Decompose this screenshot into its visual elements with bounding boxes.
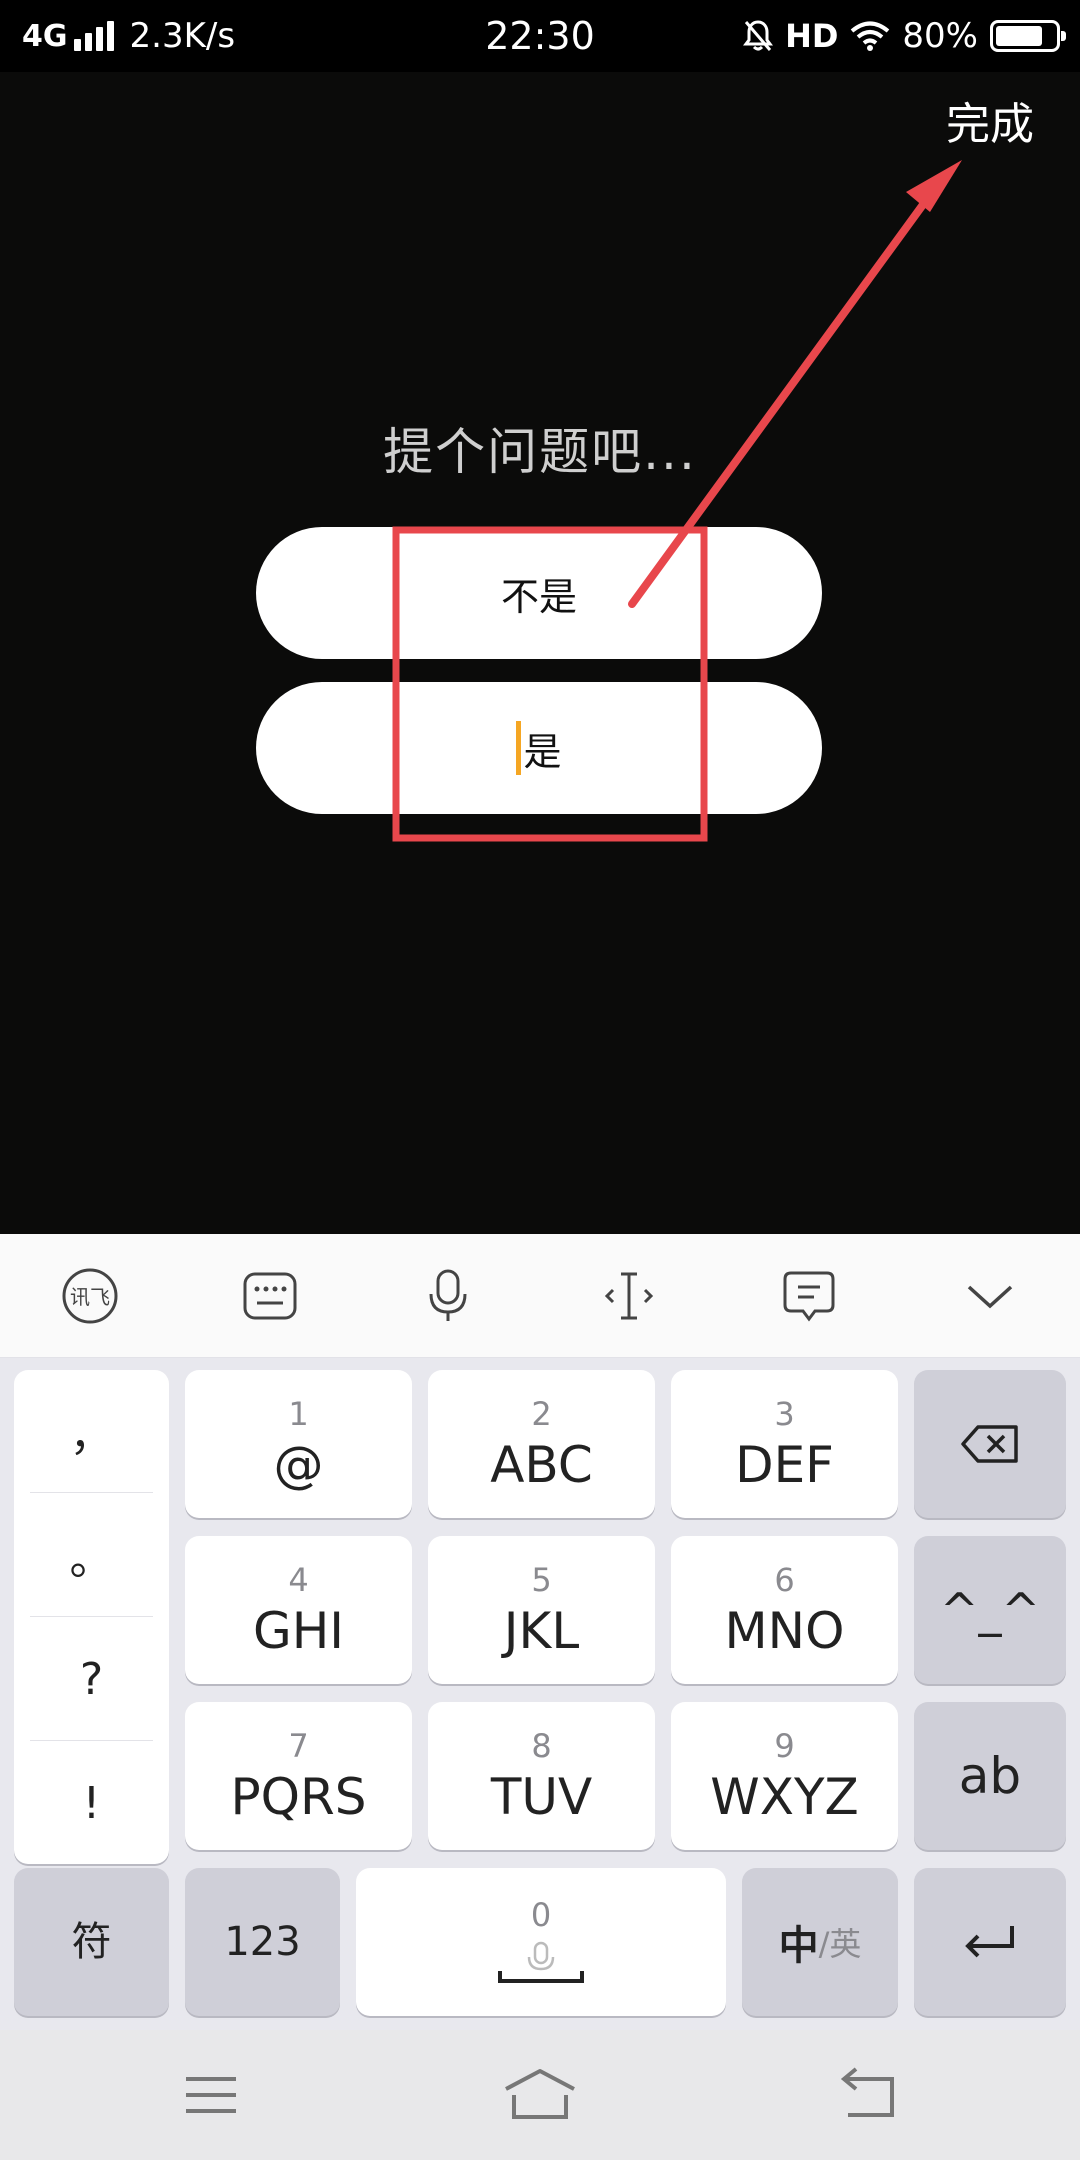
bell-off-icon (743, 20, 774, 51)
punct-question[interactable]: ? (14, 1618, 169, 1740)
iflytek-logo-icon[interactable]: 讯飞 (52, 1258, 128, 1334)
key-number: 5 (531, 1561, 552, 1599)
option-yes-label: 是 (523, 729, 562, 774)
ab-key[interactable]: ab (914, 1702, 1066, 1850)
clipboard-message-icon[interactable] (771, 1258, 847, 1334)
lang-alt: /英 (818, 1925, 862, 1963)
key-2[interactable]: 2 ABC (428, 1370, 655, 1518)
key-4[interactable]: 4 GHI (185, 1536, 412, 1684)
key-letters: TUV (490, 1768, 593, 1826)
punctuation-column[interactable]: ， 。 ? ! (14, 1370, 169, 1864)
key-number: 1 (288, 1395, 309, 1433)
key-1[interactable]: 1 @ (185, 1370, 412, 1518)
key-number: 9 (774, 1727, 795, 1765)
space-mic-icon (498, 1941, 584, 1983)
wifi-icon (851, 21, 890, 51)
status-bar: 4G 2.3K/s 22:30 HD 80% (0, 0, 1080, 72)
key-9[interactable]: 9 WXYZ (671, 1702, 898, 1850)
key-number: 4 (288, 1561, 309, 1599)
cursor-move-icon[interactable] (591, 1258, 667, 1334)
battery-fill (996, 26, 1042, 46)
annotation-arrow-head (906, 160, 962, 212)
space-number: 0 (530, 1896, 552, 1934)
numbers-key[interactable]: 123 (185, 1868, 340, 2016)
option-yes[interactable]: 是 (256, 682, 822, 814)
text-caret (516, 721, 522, 775)
lang-main: 中 (778, 1923, 819, 1969)
enter-icon (965, 1926, 1014, 1958)
symbols-label: 符 (71, 1919, 112, 1965)
menu-icon[interactable] (172, 2065, 252, 2125)
space-key[interactable]: 0 (356, 1868, 726, 2016)
done-button[interactable]: 完成 (946, 78, 1034, 162)
option-no-label: 不是 (500, 574, 577, 619)
key-number: 2 (531, 1395, 552, 1433)
key-number: 8 (531, 1727, 552, 1765)
battery-percent: 80% (902, 16, 978, 56)
key-number: 6 (774, 1561, 795, 1599)
question-editor: 完成 提个问题吧... 不是 是 (0, 72, 1080, 1234)
key-6[interactable]: 6 MNO (671, 1536, 898, 1684)
key-8[interactable]: 8 TUV (428, 1702, 655, 1850)
navigation-bar (0, 2030, 1080, 2160)
chevron-down-icon[interactable] (952, 1258, 1028, 1334)
keyboard-toolbar: 讯飞 (0, 1234, 1080, 1358)
key-letters: DEF (735, 1436, 834, 1494)
emoticon-key[interactable]: ^_^ (914, 1536, 1066, 1684)
svg-text:讯飞: 讯飞 (70, 1285, 110, 1309)
status-right: HD 80% (731, 14, 1066, 58)
backspace-icon (961, 1425, 1018, 1463)
keyboard-layout-icon[interactable] (232, 1258, 308, 1334)
ab-label: ab (958, 1747, 1022, 1805)
home-icon[interactable] (500, 2065, 580, 2125)
t9-keyboard: ， 。 ? ! 1 @ 2 ABC 3 DEF 4 GHI 5 JKL 6 MN… (0, 1358, 1080, 2030)
divider (30, 1616, 153, 1617)
key-letters: @ (273, 1436, 324, 1494)
key-letters: WXYZ (710, 1768, 859, 1826)
key-number: 3 (774, 1395, 795, 1433)
punct-comma[interactable]: ， (14, 1370, 169, 1492)
language-toggle-key[interactable]: 中/英 (742, 1868, 898, 2016)
key-letters: MNO (724, 1602, 845, 1660)
key-5[interactable]: 5 JKL (428, 1536, 655, 1684)
backspace-key[interactable] (914, 1370, 1066, 1518)
numbers-label: 123 (224, 1919, 301, 1965)
hd-indicator: HD (785, 17, 839, 55)
punct-period[interactable]: 。 (14, 1494, 169, 1616)
divider (30, 1492, 153, 1493)
question-placeholder[interactable]: 提个问题吧... (0, 412, 1080, 484)
key-3[interactable]: 3 DEF (671, 1370, 898, 1518)
key-letters: PQRS (230, 1768, 367, 1826)
battery-icon (990, 20, 1066, 52)
key-letters: GHI (252, 1602, 345, 1660)
punct-exclaim[interactable]: ! (14, 1742, 169, 1864)
enter-key[interactable] (914, 1868, 1066, 2016)
key-number: 7 (288, 1727, 309, 1765)
back-icon[interactable] (828, 2065, 908, 2125)
divider (30, 1740, 153, 1741)
key-letters: ABC (490, 1436, 593, 1494)
emoticon-label: ^_^ (939, 1583, 1041, 1637)
key-7[interactable]: 7 PQRS (185, 1702, 412, 1850)
key-letters: JKL (503, 1602, 580, 1660)
option-no[interactable]: 不是 (256, 527, 822, 659)
microphone-icon[interactable] (410, 1258, 486, 1334)
symbols-key[interactable]: 符 (14, 1868, 169, 2016)
